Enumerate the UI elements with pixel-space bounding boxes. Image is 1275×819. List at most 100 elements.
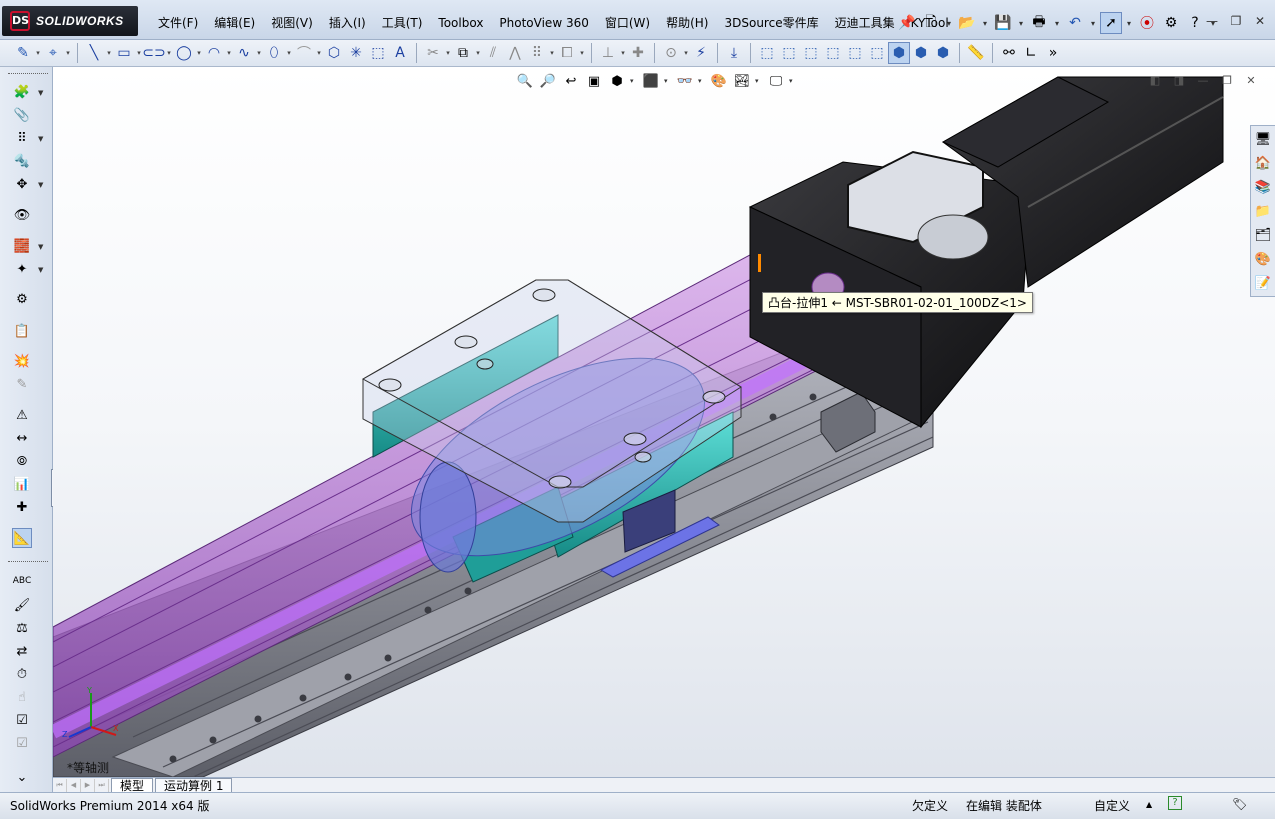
spline-dropdown-icon[interactable]: ▾ <box>255 49 263 57</box>
unit-system[interactable]: 自定义 <box>1094 797 1130 814</box>
save-icon[interactable]: 💾 <box>992 12 1014 34</box>
view-back-icon[interactable]: ⬚ <box>778 42 800 64</box>
view-dimetric-icon[interactable]: ⬢ <box>932 42 954 64</box>
performance-icon[interactable]: ⏱ <box>12 664 32 684</box>
restore-icon[interactable]: ❐ <box>1225 12 1247 30</box>
menu-3dsource[interactable]: 3DSource零件库 <box>716 13 826 33</box>
checklist-icon[interactable]: ☑ <box>12 710 32 730</box>
instant3d-toggle-icon[interactable]: 📐 <box>12 528 32 548</box>
expand-more-icon[interactable]: ⌄ <box>12 767 32 787</box>
clearance-verification-icon[interactable]: ↔ <box>12 428 32 448</box>
display-style-icon[interactable]: ⬛ <box>641 71 661 91</box>
repair-sketch-icon[interactable]: ✚ <box>627 42 649 64</box>
line-dropdown-icon[interactable]: ▾ <box>105 49 113 57</box>
replace-icon[interactable]: ⇄ <box>12 641 32 661</box>
sketch-dropdown-icon[interactable]: ▾ <box>34 49 42 57</box>
text-icon[interactable]: A <box>389 42 411 64</box>
options-icon[interactable]: ⚙ <box>1160 12 1182 34</box>
line-icon[interactable]: ╲ <box>83 42 105 64</box>
move-component-icon[interactable]: ✥ <box>12 174 32 194</box>
menu-file[interactable]: 文件(F) <box>150 13 206 33</box>
reference-geometry-icon[interactable]: ✦ <box>12 259 32 279</box>
pin-icon[interactable]: 📌 <box>896 12 918 34</box>
shaft-coupling[interactable] <box>917 214 989 260</box>
scene-dropdown-icon[interactable]: ▾ <box>755 77 763 85</box>
menu-window[interactable]: 窗口(W) <box>597 13 658 33</box>
tab-last-icon[interactable]: ⏭ <box>95 778 109 792</box>
measure-icon[interactable]: 📏 <box>965 42 987 64</box>
polygon-icon[interactable]: ⬡ <box>323 42 345 64</box>
arc-icon[interactable]: ◠ <box>203 42 225 64</box>
new-motion-study-icon[interactable]: ⚙ <box>12 289 32 309</box>
orientation-dropdown-icon[interactable]: ▾ <box>630 77 638 85</box>
new-document-icon[interactable]: 🗋 <box>920 12 942 34</box>
snaps-dropdown-icon[interactable]: ▾ <box>682 49 690 57</box>
tab-next-icon[interactable]: ▶ <box>81 778 95 792</box>
print-icon[interactable]: 🖶 <box>1028 12 1050 34</box>
previous-view-icon[interactable]: ↩ <box>561 71 581 91</box>
mirror-entities-icon[interactable]: ⋀ <box>504 42 526 64</box>
unit-dropdown-icon[interactable]: ▲ <box>1146 800 1152 809</box>
rapid-sketch-icon[interactable]: ⚡ <box>690 42 712 64</box>
display-style-dropdown-icon[interactable]: ▾ <box>664 77 672 85</box>
move-dropdown-icon[interactable]: ▼ <box>38 181 43 189</box>
smart-fasteners-icon[interactable]: 🔩 <box>12 151 32 171</box>
quick-snaps-icon[interactable]: ⊙ <box>660 42 682 64</box>
apply-scene-icon[interactable]: 🏞 <box>732 71 752 91</box>
circle-dropdown-icon[interactable]: ▾ <box>195 49 203 57</box>
fillet-icon[interactable]: ⌒ <box>293 42 315 64</box>
normal-to-icon[interactable]: ⤓ <box>723 42 745 64</box>
reference-dropdown-icon[interactable]: ▼ <box>38 266 43 274</box>
smart-dimension-icon[interactable]: ⌖ <box>42 42 64 64</box>
view-isometric-icon[interactable]: ⬢ <box>888 42 910 64</box>
view-bottom-icon[interactable]: ⬚ <box>866 42 888 64</box>
next-pane-icon[interactable]: ◨ <box>1171 73 1187 89</box>
design-library-icon[interactable]: 📚 <box>1252 176 1274 198</box>
move-dropdown-icon[interactable]: ▾ <box>578 49 586 57</box>
ellipse-dropdown-icon[interactable]: ▾ <box>285 49 293 57</box>
solidworks-logo[interactable]: DS SOLIDWORKS <box>2 6 138 36</box>
select-pointer-icon[interactable]: ➚ <box>1100 12 1122 34</box>
bill-of-materials-icon[interactable]: 📋 <box>12 321 32 341</box>
more-tools-icon[interactable]: » <box>1042 42 1064 64</box>
slot-icon[interactable]: ⊂⊃ <box>142 42 165 64</box>
solidworks-resources-icon[interactable]: 🖥 <box>1252 128 1274 150</box>
slot-dropdown-icon[interactable]: ▾ <box>165 49 173 57</box>
sketch-axis-icon[interactable]: ∟ <box>1020 42 1042 64</box>
section-view-icon[interactable]: ▣ <box>584 71 604 91</box>
dimension-dropdown-icon[interactable]: ▾ <box>64 49 72 57</box>
hole-alignment-icon[interactable]: ⦾ <box>12 451 32 471</box>
graphics-viewport[interactable]: 🔍 🔎 ↩ ▣ ⬢ ▾ ⬛ ▾ 👓 ▾ 🎨 🏞 ▾ 🖵 ▾ ◧ ◨ — ❐ ✕ 凸台-拉伸… <box>53 67 1275 777</box>
view-top-icon[interactable]: ⬚ <box>844 42 866 64</box>
spell-check-icon[interactable]: ABC <box>12 571 32 591</box>
menu-insert[interactable]: 插入(I) <box>321 13 374 33</box>
tab-motion-study[interactable]: 运动算例 1 <box>155 778 233 793</box>
mate-icon[interactable]: 📎 <box>12 105 32 125</box>
relations-dropdown-icon[interactable]: ▾ <box>619 49 627 57</box>
rectangle-icon[interactable]: ▭ <box>113 42 135 64</box>
show-hidden-components-icon[interactable]: 👁 <box>12 205 32 225</box>
move-entities-icon[interactable]: ⧠ <box>556 42 578 64</box>
view-trimetric-icon[interactable]: ⬢ <box>910 42 932 64</box>
offset-entities-icon[interactable]: ⫽ <box>482 42 504 64</box>
pattern-dropdown-icon[interactable]: ▼ <box>38 135 43 143</box>
viewport-close-icon[interactable]: ✕ <box>1243 73 1259 89</box>
viewport-restore-icon[interactable]: ❐ <box>1219 73 1235 89</box>
close-icon[interactable]: ✕ <box>1249 12 1271 30</box>
menu-help[interactable]: 帮助(H) <box>658 13 716 33</box>
interference-detection-icon[interactable]: ⚠ <box>12 405 32 425</box>
balance-icon[interactable]: ⚖ <box>12 618 32 638</box>
rebuild-tag-icon[interactable]: 🏷 <box>1232 797 1247 811</box>
appearances-icon[interactable]: 🎨 <box>1252 248 1274 270</box>
menu-toolbox[interactable]: Toolbox <box>430 13 491 33</box>
menu-view[interactable]: 视图(V) <box>263 13 321 33</box>
print-dropdown-icon[interactable]: ▾ <box>1052 19 1062 28</box>
select-dropdown-icon[interactable]: ▾ <box>1124 19 1134 28</box>
menu-tools[interactable]: 工具(T) <box>374 13 431 33</box>
linear-pattern-icon[interactable]: ⠿ <box>526 42 548 64</box>
view-settings-icon[interactable]: 🖵 <box>766 71 786 91</box>
insert-components-dropdown-icon[interactable]: ▼ <box>38 89 43 97</box>
display-relations-icon[interactable]: ⊥ <box>597 42 619 64</box>
explode-line-sketch-icon[interactable]: ✎ <box>12 374 32 394</box>
menu-maidi-tools[interactable]: 迈迪工具集 <box>827 13 903 33</box>
